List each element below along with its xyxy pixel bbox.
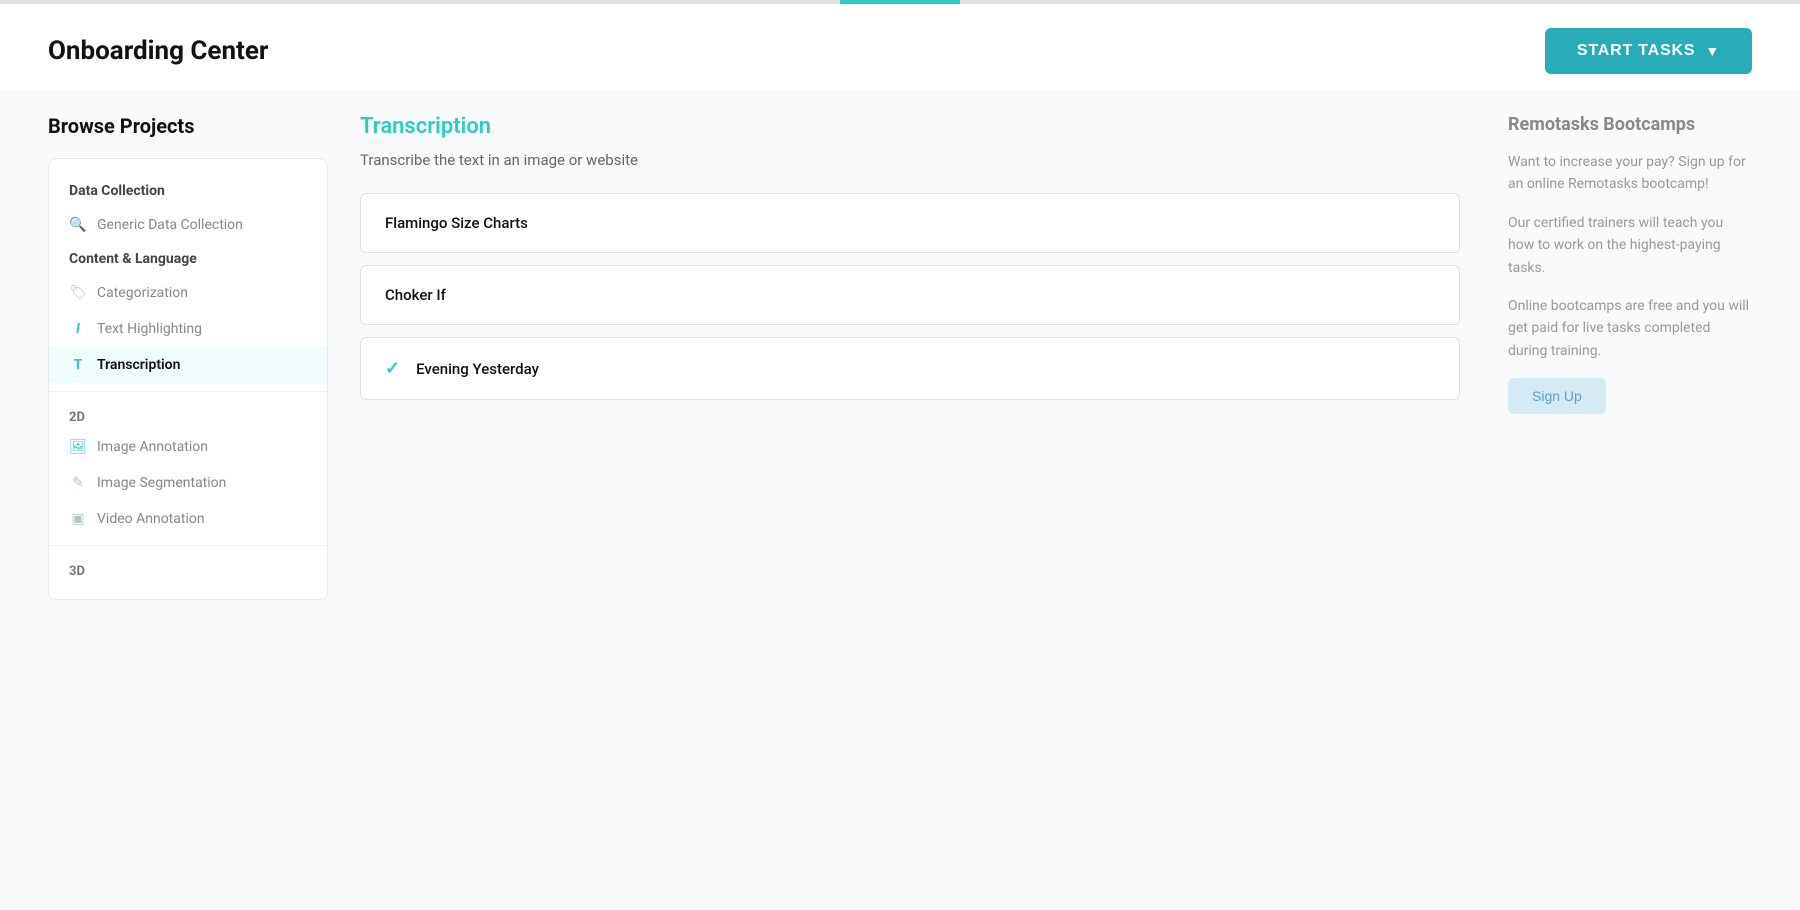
progress-indicator <box>840 0 960 4</box>
section-label-data-collection: Data Collection <box>49 175 327 207</box>
task-card-flamingo[interactable]: Flamingo Size Charts <box>360 193 1460 253</box>
signup-button[interactable]: Sign Up <box>1508 378 1606 414</box>
start-tasks-button[interactable]: START TASKS ▼ <box>1545 28 1752 74</box>
sidebar-item-video-annotation[interactable]: ▣ Video Annotation <box>49 501 327 537</box>
search-icon: 🔍 <box>69 216 87 234</box>
sidebar: Browse Projects Data Collection 🔍 Generi… <box>48 90 328 910</box>
sidebar-item-label: Video Annotation <box>97 511 205 527</box>
task-label: Flamingo Size Charts <box>385 214 528 232</box>
task-label: Choker If <box>385 286 446 304</box>
sidebar-item-label: Image Segmentation <box>97 475 226 491</box>
checkmark-icon: ✓ <box>385 358 400 379</box>
section-label-3d: 3D <box>49 554 327 583</box>
sidebar-item-label: Transcription <box>97 357 180 373</box>
sidebar-panel: Data Collection 🔍 Generic Data Collectio… <box>48 158 328 600</box>
start-tasks-label: START TASKS <box>1577 42 1695 60</box>
sidebar-item-label: Categorization <box>97 285 188 301</box>
main-layout: Browse Projects Data Collection 🔍 Generi… <box>0 90 1800 910</box>
sidebar-item-image-annotation[interactable]: 🖼 Image Annotation <box>49 429 327 465</box>
task-card-evening[interactable]: ✓ Evening Yesterday <box>360 337 1460 400</box>
text-highlight-icon: I <box>69 320 87 338</box>
page-title: Onboarding Center <box>48 36 268 66</box>
bootcamp-text-2: Our certified trainers will teach you ho… <box>1508 212 1752 279</box>
sidebar-item-text-highlighting[interactable]: I Text Highlighting <box>49 311 327 347</box>
task-label: Evening Yesterday <box>416 360 539 378</box>
transcription-title: Transcription <box>360 114 1460 139</box>
section-label-2d: 2D <box>49 400 327 429</box>
section-divider-2 <box>49 545 327 546</box>
image-segmentation-icon: ✎ <box>69 474 87 492</box>
tag-icon: 🏷 <box>69 284 87 302</box>
browse-projects-title: Browse Projects <box>48 114 328 138</box>
bootcamp-title: Remotasks Bootcamps <box>1508 114 1752 135</box>
transcription-icon: T <box>69 356 87 374</box>
sidebar-item-label: Text Highlighting <box>97 321 202 337</box>
signup-label: Sign Up <box>1532 388 1582 404</box>
sidebar-item-transcription[interactable]: T Transcription <box>49 347 327 383</box>
header: Onboarding Center START TASKS ▼ <box>0 4 1800 90</box>
bootcamp-text-3: Online bootcamps are free and you will g… <box>1508 295 1752 362</box>
center-content: Transcription Transcribe the text in an … <box>328 90 1492 910</box>
bootcamp-text-1: Want to increase your pay? Sign up for a… <box>1508 151 1752 196</box>
sidebar-item-categorization[interactable]: 🏷 Categorization <box>49 275 327 311</box>
section-divider <box>49 391 327 392</box>
section-label-content-language: Content & Language <box>49 243 327 275</box>
transcription-subtitle: Transcribe the text in an image or websi… <box>360 151 1460 169</box>
top-progress-bar <box>0 0 1800 4</box>
task-card-choker[interactable]: Choker If <box>360 265 1460 325</box>
sidebar-item-image-segmentation[interactable]: ✎ Image Segmentation <box>49 465 327 501</box>
image-annotation-icon: 🖼 <box>69 438 87 456</box>
sidebar-item-label: Image Annotation <box>97 439 208 455</box>
right-sidebar: Remotasks Bootcamps Want to increase you… <box>1492 90 1752 910</box>
video-annotation-icon: ▣ <box>69 510 87 528</box>
chevron-down-icon: ▼ <box>1705 43 1720 59</box>
sidebar-item-generic-data-collection[interactable]: 🔍 Generic Data Collection <box>49 207 327 243</box>
sidebar-item-label: Generic Data Collection <box>97 217 243 233</box>
